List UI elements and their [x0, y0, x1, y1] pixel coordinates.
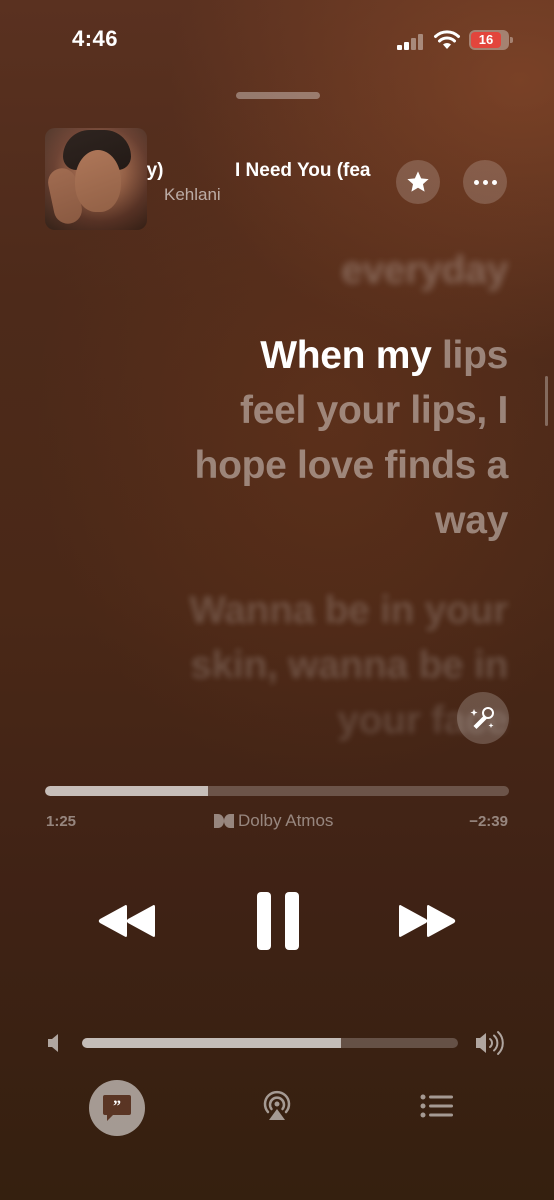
- wifi-icon: [434, 30, 460, 49]
- sheet-grabber[interactable]: [236, 92, 320, 99]
- lyric-unsung-text: lips: [431, 334, 508, 377]
- lyric-unsung-text: way: [435, 499, 508, 542]
- lyric-line-current[interactable]: way: [435, 493, 508, 548]
- more-icon: [472, 179, 499, 185]
- lyric-line-current[interactable]: When my lips: [260, 328, 508, 383]
- pause-icon: [257, 892, 299, 950]
- airplay-button[interactable]: [257, 1086, 297, 1126]
- battery-indicator: 16: [469, 30, 513, 50]
- favorite-button[interactable]: [396, 160, 440, 204]
- pause-button[interactable]: [250, 888, 306, 954]
- rewind-button[interactable]: [94, 893, 160, 949]
- lyrics-quote-icon: ”: [103, 1095, 131, 1121]
- remaining-time: −2:39: [469, 813, 508, 830]
- playback-scrubber[interactable]: [45, 786, 509, 796]
- volume-fill: [82, 1038, 342, 1048]
- fast-forward-button[interactable]: [394, 893, 460, 949]
- cellular-signal-icon: [397, 34, 423, 50]
- scroll-indicator: [545, 376, 548, 426]
- artist-name[interactable]: Kehlani: [164, 185, 221, 205]
- song-title-fragment: dy): [147, 160, 164, 181]
- volume-slider[interactable]: [82, 1038, 458, 1048]
- lyric-sung-text: When my: [260, 334, 432, 377]
- microphone-sparkle-icon: [470, 707, 494, 730]
- lyric-line-current[interactable]: feel your lips, I: [240, 383, 508, 438]
- svg-text:”: ”: [113, 1098, 121, 1115]
- rewind-icon: [98, 905, 155, 937]
- sing-along-button[interactable]: [457, 692, 509, 744]
- song-title-fragment: I Need You (fea: [235, 160, 371, 181]
- queue-button[interactable]: [417, 1086, 457, 1126]
- song-title[interactable]: dy) I Need You (fea: [147, 160, 392, 186]
- fast-forward-icon: [399, 905, 456, 937]
- lyric-line-current[interactable]: hope love finds a: [194, 438, 509, 493]
- volume-high-icon: [476, 1031, 504, 1055]
- volume-low-icon: [48, 1034, 58, 1052]
- star-icon: [407, 171, 429, 192]
- lyrics-button[interactable]: ”: [89, 1080, 145, 1136]
- lyric-unsung-text: hope love finds a: [194, 444, 509, 487]
- elapsed-time: 1:25: [46, 813, 77, 830]
- audio-format-label: Dolby Atmos: [238, 811, 334, 830]
- lyric-line-next[interactable]: Wanna be in your: [189, 583, 508, 638]
- playback-progress-fill: [45, 786, 209, 796]
- airplay-icon: [263, 1090, 291, 1120]
- audio-format-badge[interactable]: Dolby Atmos: [214, 811, 333, 831]
- more-button[interactable]: [463, 160, 507, 204]
- status-time: 4:46: [72, 26, 119, 51]
- lyric-line-next[interactable]: skin, wanna be in: [190, 638, 508, 693]
- battery-level: 16: [478, 32, 494, 47]
- dolby-icon: [214, 814, 234, 828]
- album-artwork[interactable]: [45, 128, 147, 230]
- lyric-unsung-text: feel your lips, I: [240, 389, 508, 432]
- queue-list-icon: [420, 1094, 453, 1118]
- lyric-line-previous[interactable]: everyday: [341, 243, 508, 298]
